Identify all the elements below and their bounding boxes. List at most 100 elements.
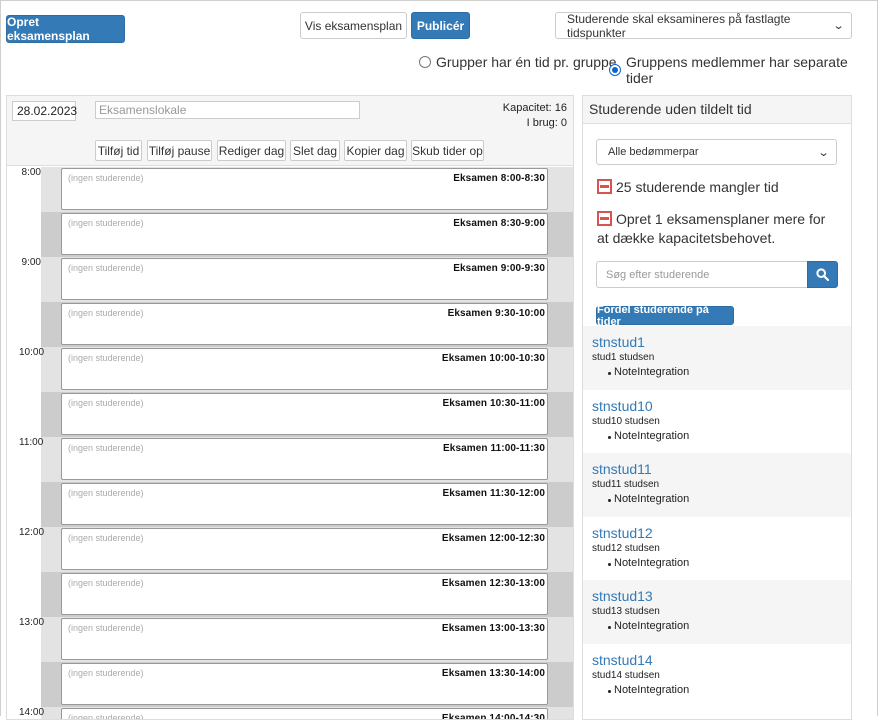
slot-box[interactable]: (ingen studerende) Eksamen 10:30-11:00 — [61, 393, 548, 435]
radio-one-time-per-group[interactable]: Grupper har én tid pr. gruppe — [419, 54, 617, 70]
time-slot[interactable]: (ingen studerende) Eksamen 9:00-9:30 — [41, 257, 573, 302]
student-list-item[interactable]: stnstud13 stud13 studsen NoteIntegration — [583, 580, 851, 644]
slot-time-label: Eksamen 13:00-13:30 — [441, 623, 545, 634]
slot-empty-label: (ingen studerende) — [68, 218, 144, 228]
time-slot[interactable]: (ingen studerende) Eksamen 11:30-12:00 — [41, 482, 573, 527]
exam-mode-value: Studerende skal eksamineres på fastlagte… — [567, 11, 791, 40]
student-list: stnstud1 stud1 studsen NoteIntegration stns… — [583, 326, 851, 707]
slot-box[interactable]: (ingen studerende) Eksamen 8:30-9:00 — [61, 213, 548, 255]
slot-box[interactable]: (ingen studerende) Eksamen 8:00-8:30 — [61, 168, 548, 210]
student-username-link[interactable]: stnstud13 — [592, 589, 851, 603]
slot-time-label: Eksamen 13:30-14:00 — [441, 668, 545, 679]
time-slot[interactable]: (ingen studerende) Eksamen 12:00-12:30 — [41, 527, 573, 572]
student-username-link[interactable]: stnstud14 — [592, 653, 851, 667]
slot-time-label: Eksamen 12:30-13:00 — [441, 578, 545, 589]
date-field[interactable]: 28.02.2023 — [12, 101, 77, 121]
chevron-down-icon: ⌄ — [817, 146, 830, 159]
grader-pair-select[interactable]: Alle bedømmerpar ⌄ — [596, 139, 837, 165]
exam-room-input[interactable]: Eksamenslokale — [95, 101, 360, 119]
time-slot[interactable]: (ingen studerende) Eksamen 9:30-10:00 — [41, 302, 573, 347]
slot-empty-label: (ingen studerende) — [68, 173, 144, 183]
in-use-label: I brug: 0 — [526, 117, 567, 129]
slot-box[interactable]: (ingen studerende) Eksamen 14:00-14:30 — [61, 708, 548, 719]
hour-label: 8:00 — [21, 167, 41, 178]
slot-box[interactable]: (ingen studerende) Eksamen 9:00-9:30 — [61, 258, 548, 300]
edit-day-button[interactable]: Rediger dag — [217, 140, 286, 161]
student-full-name: stud1 studsen — [592, 352, 655, 363]
copy-day-button[interactable]: Kopier dag — [344, 140, 407, 161]
student-note: NoteIntegration — [592, 684, 851, 696]
slot-time-label: Eksamen 8:30-9:00 — [453, 218, 545, 229]
slot-empty-label: (ingen studerende) — [68, 353, 144, 363]
student-search-input[interactable]: Søg efter studerende — [596, 261, 807, 288]
time-slot[interactable]: (ingen studerende) Eksamen 10:00-10:30 — [41, 347, 573, 392]
radio-button-checked[interactable] — [609, 64, 621, 76]
student-username-link[interactable]: stnstud12 — [592, 526, 851, 540]
hour-label: 12:00 — [19, 527, 45, 538]
grader-pair-value: Alle bedømmerpar — [608, 146, 699, 158]
slot-box[interactable]: (ingen studerende) Eksamen 12:00-12:30 — [61, 528, 548, 570]
slot-box[interactable]: (ingen studerende) Eksamen 12:30-13:00 — [61, 573, 548, 615]
radio-separate-times[interactable]: Gruppens medlemmer har separate tider — [609, 54, 878, 86]
slot-box[interactable]: (ingen studerende) Eksamen 11:00-11:30 — [61, 438, 548, 480]
hour-label: 13:00 — [19, 617, 45, 628]
student-note: NoteIntegration — [592, 620, 851, 632]
push-times-up-button[interactable]: Skub tider op — [411, 140, 484, 161]
student-full-name: stud12 studsen — [592, 542, 660, 554]
slot-time-label: Eksamen 10:00-10:30 — [441, 353, 545, 364]
timeline: (ingen studerende) Eksamen 8:00-8:30 (inge… — [7, 167, 573, 719]
slot-box[interactable]: (ingen studerende) Eksamen 13:30-14:00 — [61, 663, 548, 705]
time-slot[interactable]: (ingen studerende) Eksamen 8:00-8:30 — [41, 167, 573, 212]
student-username-link[interactable]: stnstud1 — [592, 335, 851, 349]
panel-title: Studerende uden tildelt tid — [583, 96, 851, 124]
time-slot[interactable]: (ingen studerende) Eksamen 10:30-11:00 — [41, 392, 573, 437]
exam-mode-select[interactable]: Studerende skal eksamineres på fastlagte… — [555, 11, 852, 40]
time-slot[interactable]: (ingen studerende) Eksamen 13:00-13:30 — [41, 617, 573, 662]
student-full-name: stud11 studsen — [592, 479, 660, 490]
search-button[interactable] — [807, 261, 838, 288]
student-list-item[interactable]: stnstud1 stud1 studsen NoteIntegration — [583, 326, 851, 390]
time-slot[interactable]: (ingen studerende) Eksamen 13:30-14:00 — [41, 662, 573, 707]
add-pause-button[interactable]: Tilføj pause — [147, 140, 212, 161]
student-username-link[interactable]: stnstud10 — [592, 399, 851, 413]
exam-day-calendar: 28.02.2023 Eksamenslokale Kapacitet: 16 … — [6, 95, 574, 720]
hour-label: 10:00 — [19, 347, 45, 358]
slot-empty-label: (ingen studerende) — [68, 533, 144, 543]
hour-label: 9:00 — [21, 257, 41, 268]
minus-warning-icon — [597, 211, 612, 226]
slot-empty-label: (ingen studerende) — [68, 668, 144, 678]
slot-empty-label: (ingen studerende) — [68, 308, 144, 318]
view-exam-plan-button[interactable]: Vis eksamensplan — [300, 12, 407, 39]
add-time-button[interactable]: Tilføj tid — [95, 140, 142, 161]
time-slot[interactable]: (ingen studerende) Eksamen 8:30-9:00 — [41, 212, 573, 257]
slot-box[interactable]: (ingen studerende) Eksamen 11:30-12:00 — [61, 483, 548, 525]
slot-empty-label: (ingen studerende) — [68, 398, 144, 408]
delete-day-button[interactable]: Slet dag — [290, 140, 340, 161]
time-slot[interactable]: (ingen studerende) Eksamen 12:30-13:00 — [41, 572, 573, 617]
slot-box[interactable]: (ingen studerende) Eksamen 10:00-10:30 — [61, 348, 548, 390]
capacity-warning-text: Opret 1 eksamensplaner mere for at dække… — [597, 211, 826, 246]
publish-button[interactable]: Publicér — [411, 12, 470, 39]
create-exam-plan-button[interactable]: Opret eksamensplan — [6, 15, 125, 43]
student-full-name: stud13 studsen — [592, 606, 660, 617]
slot-box[interactable]: (ingen studerende) Eksamen 9:30-10:00 — [61, 303, 548, 345]
student-list-item[interactable]: stnstud14 stud14 studsen NoteIntegration — [583, 644, 851, 708]
capacity-warning: Opret 1 eksamensplaner mere for at dække… — [597, 210, 837, 248]
slot-time-label: Eksamen 8:00-8:30 — [453, 173, 545, 184]
radio-button[interactable] — [419, 56, 431, 68]
student-list-item[interactable]: stnstud10 stud10 studsen NoteIntegration — [583, 390, 851, 454]
slot-empty-label: (ingen studerende) — [68, 488, 144, 498]
assign-students-button[interactable]: Fordel studerende på tider — [596, 304, 734, 328]
student-list-item[interactable]: stnstud12 stud12 studsen NoteIntegration — [583, 517, 851, 581]
slot-time-label: Eksamen 9:00-9:30 — [453, 263, 545, 274]
student-note: NoteIntegration — [592, 366, 851, 378]
time-slot[interactable]: (ingen studerende) Eksamen 14:00-14:30 — [41, 707, 573, 719]
student-full-name: stud10 studsen — [592, 415, 660, 427]
slot-empty-label: (ingen studerende) — [68, 443, 144, 453]
minus-warning-icon — [597, 179, 612, 194]
student-username-link[interactable]: stnstud11 — [592, 462, 851, 476]
slot-empty-label: (ingen studerende) — [68, 623, 144, 633]
time-slot[interactable]: (ingen studerende) Eksamen 11:00-11:30 — [41, 437, 573, 482]
slot-box[interactable]: (ingen studerende) Eksamen 13:00-13:30 — [61, 618, 548, 660]
student-list-item[interactable]: stnstud11 stud11 studsen NoteIntegration — [583, 453, 851, 517]
